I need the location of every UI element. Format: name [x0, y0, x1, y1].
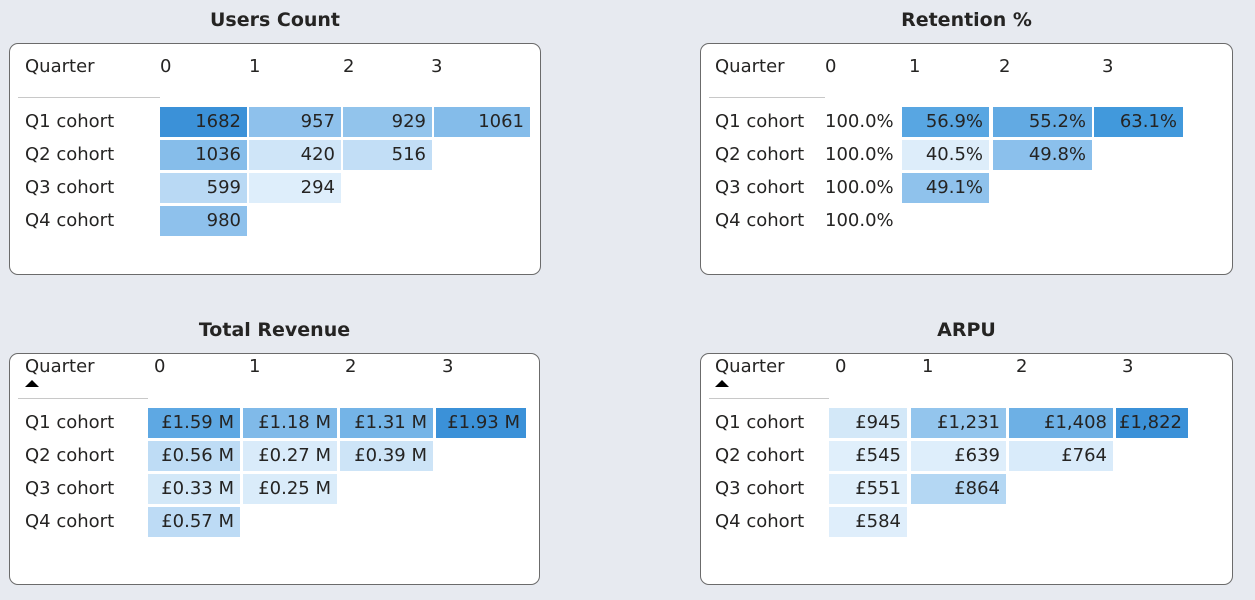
column-header-3[interactable]: 3 [1122, 356, 1133, 377]
table-cell[interactable]: 957 [249, 107, 341, 137]
row-label: Q1 cohort [25, 412, 115, 433]
table-cell[interactable]: £0.33 M [148, 474, 240, 504]
arpu-visual[interactable]: ARPU Quarter 0 1 2 3 Q1 cohort £945 £1,231 £1,40… [700, 319, 1233, 585]
table-cell[interactable]: £1,822 [1116, 408, 1188, 438]
column-header-quarter[interactable]: Quarter [715, 356, 785, 377]
header-divider [709, 97, 825, 98]
table-cell[interactable]: 49.8% [993, 140, 1092, 170]
table-cell[interactable]: 55.2% [993, 107, 1092, 137]
column-header-0[interactable]: 0 [825, 56, 836, 77]
table-cell[interactable]: £0.57 M [148, 507, 240, 537]
column-header-2[interactable]: 2 [345, 356, 356, 377]
table-cell[interactable]: 929 [343, 107, 432, 137]
table-cell[interactable]: 294 [249, 173, 341, 203]
table-cell[interactable]: 599 [160, 173, 247, 203]
table-card: Quarter 0 1 2 3 Q1 cohort 100.0% 56.9% 55.2% 63.1… [700, 43, 1233, 275]
column-header-quarter[interactable]: Quarter [715, 56, 785, 77]
sort-ascending-icon[interactable] [25, 380, 39, 387]
column-header-quarter[interactable]: Quarter [25, 56, 95, 77]
column-header-3[interactable]: 3 [442, 356, 453, 377]
table-cell[interactable]: £1.59 M [148, 408, 240, 438]
table-cell[interactable]: £1,231 [911, 408, 1006, 438]
table-cell[interactable]: 49.1% [902, 173, 989, 203]
row-label: Q3 cohort [715, 478, 805, 499]
retention-visual[interactable]: Retention % Quarter 0 1 2 3 Q1 cohort 100.0% 56… [700, 9, 1233, 275]
header-divider [18, 398, 148, 399]
column-header-0[interactable]: 0 [160, 56, 171, 77]
table-cell[interactable]: £0.27 M [243, 441, 337, 471]
row-label: Q4 cohort [715, 210, 805, 231]
column-header-3[interactable]: 3 [1102, 56, 1113, 77]
table-cell[interactable]: £1,408 [1009, 408, 1113, 438]
table-cell[interactable]: £764 [1009, 441, 1113, 471]
column-header-3[interactable]: 3 [431, 56, 442, 77]
total-revenue-visual[interactable]: Total Revenue Quarter 0 1 2 3 Q1 cohort £1.59 … [9, 319, 540, 585]
table-cell[interactable]: £864 [911, 474, 1006, 504]
table-card: Quarter 0 1 2 3 Q1 cohort £1.59 M £1.18 M £1.31 … [9, 353, 540, 585]
row-label: Q3 cohort [715, 177, 805, 198]
row-label: Q1 cohort [715, 412, 805, 433]
column-header-quarter[interactable]: Quarter [25, 356, 95, 377]
column-header-2[interactable]: 2 [343, 56, 354, 77]
row-label: Q2 cohort [25, 144, 115, 165]
table-cell[interactable]: 1036 [160, 140, 247, 170]
table-cell[interactable]: 1682 [160, 107, 247, 137]
table-cell[interactable]: 63.1% [1094, 107, 1183, 137]
row-label: Q1 cohort [715, 111, 805, 132]
table-card: Quarter 0 1 2 3 Q1 cohort 1682 957 929 1061 Q2 coh… [9, 43, 541, 275]
column-header-0[interactable]: 0 [835, 356, 846, 377]
table-cell[interactable]: 40.5% [902, 140, 989, 170]
row-label: Q3 cohort [25, 478, 115, 499]
row-label: Q1 cohort [25, 111, 115, 132]
visual-title: ARPU [937, 319, 996, 341]
row-label: Q3 cohort [25, 177, 115, 198]
row-label: Q2 cohort [715, 445, 805, 466]
users-count-visual[interactable]: Users Count Quarter 0 1 2 3 Q1 cohort 1682 957 9… [9, 9, 541, 275]
header-divider [18, 97, 160, 98]
row-label: Q4 cohort [25, 511, 115, 532]
table-cell[interactable]: 100.0% [825, 107, 898, 137]
table-cell[interactable]: 516 [343, 140, 432, 170]
table-card: Quarter 0 1 2 3 Q1 cohort £945 £1,231 £1,408 £1,8… [700, 353, 1233, 585]
table-cell[interactable]: £945 [829, 408, 907, 438]
column-header-2[interactable]: 2 [999, 56, 1010, 77]
table-cell[interactable]: 1061 [434, 107, 530, 137]
header-divider [709, 398, 829, 399]
table-cell[interactable]: £584 [829, 507, 907, 537]
table-cell[interactable]: £0.56 M [148, 441, 240, 471]
column-header-2[interactable]: 2 [1016, 356, 1027, 377]
table-cell[interactable]: 420 [249, 140, 341, 170]
row-label: Q2 cohort [715, 144, 805, 165]
table-cell[interactable]: 100.0% [825, 173, 898, 203]
sort-ascending-icon[interactable] [715, 380, 729, 387]
row-label: Q4 cohort [715, 511, 805, 532]
column-header-0[interactable]: 0 [154, 356, 165, 377]
table-cell[interactable]: £0.39 M [340, 441, 433, 471]
column-header-1[interactable]: 1 [909, 56, 920, 77]
column-header-1[interactable]: 1 [249, 356, 260, 377]
column-header-1[interactable]: 1 [249, 56, 260, 77]
table-cell[interactable]: £1.18 M [243, 408, 337, 438]
table-cell[interactable]: £0.25 M [243, 474, 337, 504]
table-cell[interactable]: 100.0% [825, 206, 898, 236]
row-label: Q4 cohort [25, 210, 115, 231]
table-cell[interactable]: £1.93 M [436, 408, 526, 438]
table-cell[interactable]: 980 [160, 206, 247, 236]
table-cell[interactable]: £639 [911, 441, 1006, 471]
table-cell[interactable]: £545 [829, 441, 907, 471]
visual-title: Total Revenue [198, 319, 351, 341]
table-cell[interactable]: 100.0% [825, 140, 898, 170]
column-header-1[interactable]: 1 [922, 356, 933, 377]
visual-title: Users Count [209, 9, 341, 31]
table-cell[interactable]: £1.31 M [340, 408, 433, 438]
table-cell[interactable]: £551 [829, 474, 907, 504]
row-label: Q2 cohort [25, 445, 115, 466]
visual-title: Retention % [901, 9, 1032, 31]
table-cell[interactable]: 56.9% [902, 107, 989, 137]
